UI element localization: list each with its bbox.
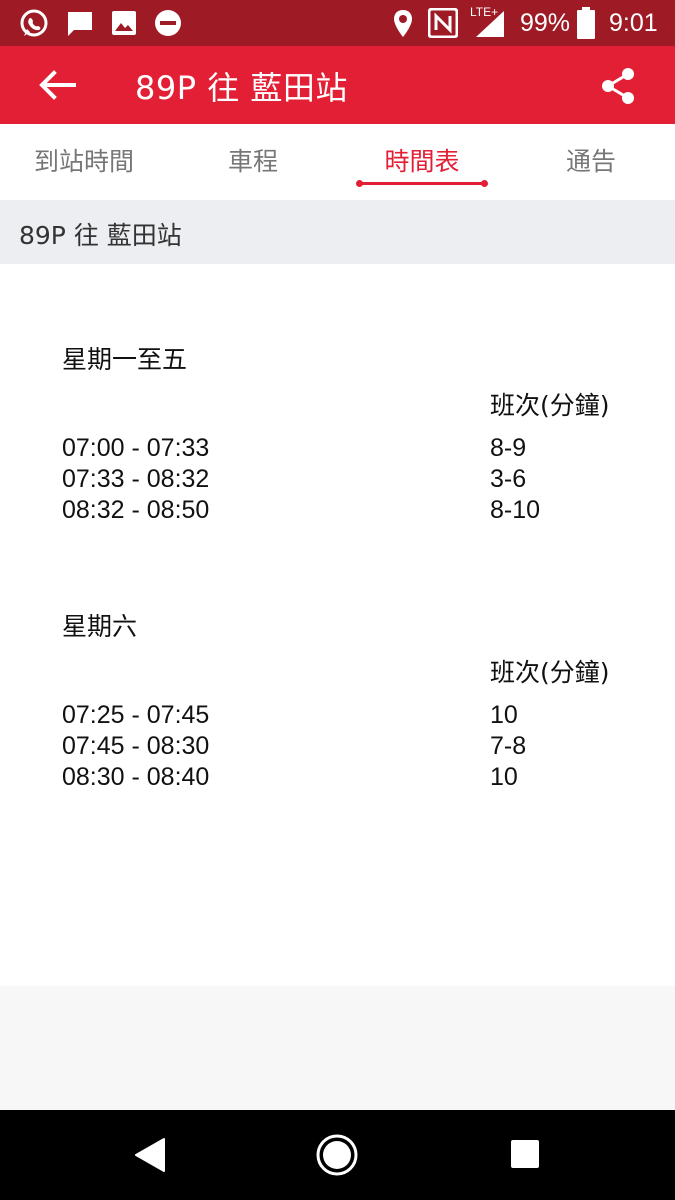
system-nav-bar	[0, 1110, 675, 1200]
section-day-title: 星期六	[62, 612, 138, 641]
route-header: 89P 往 藍田站	[0, 200, 675, 264]
time-range: 07:25 - 07:45	[62, 701, 210, 729]
timetable-section-saturday: 星期六 班次(分鐘) 07:25 - 07:45 10 07:45 - 08:3…	[62, 607, 622, 791]
signal-icon	[476, 11, 504, 37]
page-title: 89P 往 藍田站	[135, 69, 348, 107]
message-icon	[68, 12, 92, 36]
location-icon	[394, 10, 412, 37]
battery-icon	[577, 7, 595, 39]
app-bar: 89P 往 藍田站	[0, 46, 675, 124]
timetable-row: 08:30 - 08:40 10	[62, 763, 622, 794]
clock: 9:01	[609, 9, 658, 37]
timetable-row: 07:00 - 07:33 8-9	[62, 434, 622, 465]
nav-back-icon[interactable]	[134, 1137, 166, 1173]
frequency-value: 3-6	[490, 465, 527, 493]
time-range: 07:33 - 08:32	[62, 465, 210, 493]
frequency-value: 8-10	[490, 496, 541, 524]
whatsapp-icon	[20, 9, 48, 37]
timetable-row: 07:25 - 07:45 10	[62, 701, 622, 732]
arrow-back-icon	[39, 70, 76, 100]
battery-percent: 99%	[520, 9, 571, 37]
tab-timetable[interactable]: 時間表	[338, 124, 506, 200]
nav-home-icon[interactable]	[316, 1134, 358, 1176]
time-range: 07:45 - 08:30	[62, 732, 210, 760]
timetable-row: 08:32 - 08:50 8-10	[62, 496, 622, 527]
share-button[interactable]	[596, 64, 640, 108]
timetable-section-weekdays: 星期一至五 班次(分鐘) 07:00 - 07:33 8-9 07:33 - 0…	[62, 340, 622, 524]
do-not-disturb-icon	[155, 10, 181, 36]
time-range: 07:00 - 07:33	[62, 434, 210, 462]
section-day-title: 星期一至五	[62, 345, 188, 374]
tab-arrival-time[interactable]: 到站時間	[0, 124, 168, 200]
nfc-icon	[428, 8, 458, 38]
frequency-value: 10	[490, 763, 518, 791]
active-tab-indicator	[356, 180, 488, 187]
share-icon	[602, 68, 634, 104]
image-icon	[112, 11, 136, 35]
frequency-column-header: 班次(分鐘)	[490, 391, 610, 420]
frequency-value: 10	[490, 701, 518, 729]
tab-journey[interactable]: 車程	[169, 124, 337, 200]
frequency-column-header: 班次(分鐘)	[490, 658, 610, 687]
time-range: 08:30 - 08:40	[62, 763, 210, 791]
status-bar: LTE+ 99% 9:01	[0, 0, 675, 46]
time-range: 08:32 - 08:50	[62, 496, 210, 524]
tab-notices[interactable]: 通告	[507, 124, 675, 200]
frequency-value: 7-8	[490, 732, 527, 760]
timetable-row: 07:45 - 08:30 7-8	[62, 732, 622, 763]
timetable-row: 07:33 - 08:32 3-6	[62, 465, 622, 496]
route-header-label: 89P 往 藍田站	[19, 221, 182, 250]
frequency-value: 8-9	[490, 434, 527, 462]
nav-recents-icon[interactable]	[510, 1139, 540, 1169]
timetable-content: 星期一至五 班次(分鐘) 07:00 - 07:33 8-9 07:33 - 0…	[0, 264, 675, 986]
back-button[interactable]	[34, 64, 82, 106]
tab-bar: 到站時間 車程 時間表 通告	[0, 124, 675, 200]
